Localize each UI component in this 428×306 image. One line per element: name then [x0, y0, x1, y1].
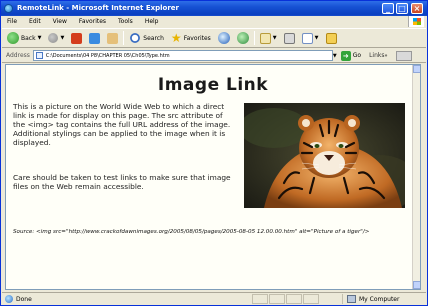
- status-pane: [269, 294, 285, 304]
- favorites-label: Favorites: [183, 34, 211, 42]
- status-panes: [252, 294, 319, 304]
- mail-button[interactable]: ▼: [258, 30, 279, 46]
- media-button[interactable]: [216, 30, 232, 46]
- back-button[interactable]: Back ▼: [5, 30, 43, 46]
- links-chevron-icon[interactable]: »: [385, 53, 388, 59]
- folder-icon: [325, 32, 337, 44]
- menu-favorites[interactable]: Favorites: [79, 18, 106, 25]
- back-dropdown-icon[interactable]: ▼: [38, 35, 42, 41]
- forward-dropdown-icon[interactable]: ▼: [60, 35, 64, 41]
- folder-button[interactable]: [324, 30, 339, 46]
- stop-button[interactable]: [69, 30, 84, 46]
- search-label: Search: [143, 34, 164, 42]
- scroll-down-button[interactable]: [413, 281, 420, 289]
- refresh-button[interactable]: [87, 30, 102, 46]
- forward-button[interactable]: ▼: [46, 30, 66, 46]
- history-button[interactable]: [235, 30, 251, 46]
- internet-explorer-icon: [4, 4, 13, 13]
- standard-toolbar: Back ▼ ▼ Search ★ Favorites ▼ ▼: [2, 28, 426, 48]
- status-pane: [303, 294, 319, 304]
- mail-icon: [259, 32, 271, 44]
- search-button[interactable]: Search: [127, 30, 166, 46]
- menu-tools[interactable]: Tools: [118, 18, 133, 25]
- edit-dropdown-icon[interactable]: ▼: [315, 35, 319, 41]
- address-dropdown-icon[interactable]: ▼: [333, 53, 337, 59]
- close-button[interactable]: ×: [411, 3, 423, 14]
- menu-bar: File Edit View Favorites Tools Help: [2, 16, 426, 27]
- minimize-button[interactable]: _: [382, 3, 394, 14]
- media-icon: [217, 32, 230, 44]
- status-bar: Done My Computer: [2, 292, 426, 305]
- home-button[interactable]: [105, 30, 120, 46]
- menu-file[interactable]: File: [7, 18, 17, 25]
- page-content: Image Link This is a picture on the Worl…: [5, 64, 421, 290]
- page-done-icon: [5, 295, 13, 303]
- menu-view[interactable]: View: [53, 18, 67, 25]
- zone-label: My Computer: [359, 295, 400, 303]
- toolbar-separator: [253, 31, 255, 45]
- back-arrow-icon: [7, 32, 19, 44]
- computer-icon: [347, 295, 356, 303]
- stop-icon: [71, 32, 83, 44]
- forward-arrow-icon: [48, 33, 59, 43]
- status-text: Done: [16, 295, 32, 303]
- security-zone: My Computer: [342, 294, 399, 304]
- tiger-image: [244, 103, 405, 208]
- page-title: Image Link: [157, 75, 269, 95]
- go-label: Go: [352, 52, 362, 59]
- menu-edit[interactable]: Edit: [29, 18, 41, 25]
- browser-window: RemoteLink - Microsoft Internet Explorer…: [0, 0, 428, 306]
- edit-button[interactable]: ▼: [300, 30, 321, 46]
- address-input[interactable]: C:\Documents\04 P8\CHAPTER 05\Ch05\Type.…: [32, 50, 333, 61]
- history-icon: [236, 32, 249, 44]
- windows-logo-icon: [408, 16, 424, 27]
- status-pane: [286, 294, 302, 304]
- print-button[interactable]: [282, 30, 297, 46]
- vertical-scrollbar[interactable]: [412, 65, 420, 289]
- toolbar-extension-icon[interactable]: [395, 50, 412, 61]
- go-arrow-icon: ➜: [340, 50, 351, 61]
- source-code-text: Source: <img src="http://www.crackofdawn…: [13, 229, 370, 235]
- window-title: RemoteLink - Microsoft Internet Explorer: [17, 4, 180, 12]
- tiger-photo-drawing: [244, 103, 405, 208]
- favorites-button[interactable]: ★ Favorites: [169, 30, 213, 46]
- address-label: Address: [6, 52, 30, 59]
- menu-help[interactable]: Help: [145, 18, 159, 25]
- home-icon: [107, 32, 119, 44]
- status-pane: [252, 294, 268, 304]
- refresh-icon: [89, 32, 101, 44]
- intro-paragraph: This is a picture on the World Wide Web …: [13, 102, 231, 147]
- scroll-up-button[interactable]: [413, 65, 420, 73]
- title-bar[interactable]: RemoteLink - Microsoft Internet Explorer…: [1, 1, 427, 16]
- edit-icon: [301, 32, 313, 44]
- page-icon: [35, 52, 43, 59]
- links-button[interactable]: Links: [369, 52, 384, 59]
- mail-dropdown-icon[interactable]: ▼: [273, 35, 277, 41]
- address-bar: Address C:\Documents\04 P8\CHAPTER 05\Ch…: [2, 49, 426, 63]
- back-label: Back: [21, 34, 36, 42]
- maximize-button[interactable]: □: [396, 3, 408, 14]
- search-icon: [129, 32, 142, 44]
- toolbar-separator: [123, 31, 125, 45]
- warning-paragraph: Care should be taken to test links to ma…: [13, 173, 231, 191]
- address-url: C:\Documents\04 P8\CHAPTER 05\Ch05\Type.…: [45, 53, 170, 59]
- go-button[interactable]: ➜ Go: [340, 50, 362, 61]
- favorites-star-icon: ★: [170, 31, 182, 45]
- print-icon: [283, 32, 295, 44]
